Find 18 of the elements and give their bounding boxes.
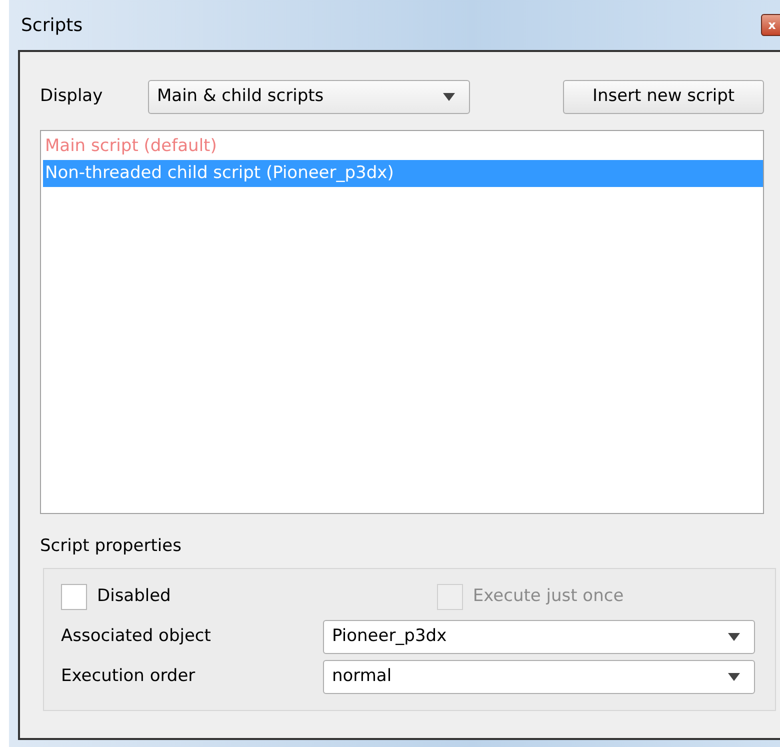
field-label: Execution order: [61, 664, 196, 688]
insert-script-button[interactable]: Insert new script: [563, 80, 764, 114]
checkbox-label: Execute just once: [472, 584, 624, 608]
dropdown-value: normal: [332, 664, 392, 688]
display-label: Display: [40, 85, 104, 108]
field-label: Associated object: [61, 624, 212, 648]
checkbox[interactable]: [61, 584, 87, 610]
window-title: Scripts: [20, 14, 83, 38]
caret-icon: [728, 632, 740, 640]
dropdown-field[interactable]: Pioneer_p3dx: [323, 620, 755, 654]
section-title: Script properties: [40, 535, 182, 558]
dropdown-value: Main & child scripts: [157, 85, 324, 108]
checkbox-label: Disabled: [97, 584, 171, 608]
caret-icon: [443, 93, 455, 101]
dropdown-value: Pioneer_p3dx: [332, 624, 447, 648]
dropdown-field[interactable]: normal: [323, 660, 755, 694]
caret-icon: [728, 672, 740, 680]
display-dropdown[interactable]: Main & child scripts: [148, 80, 470, 114]
